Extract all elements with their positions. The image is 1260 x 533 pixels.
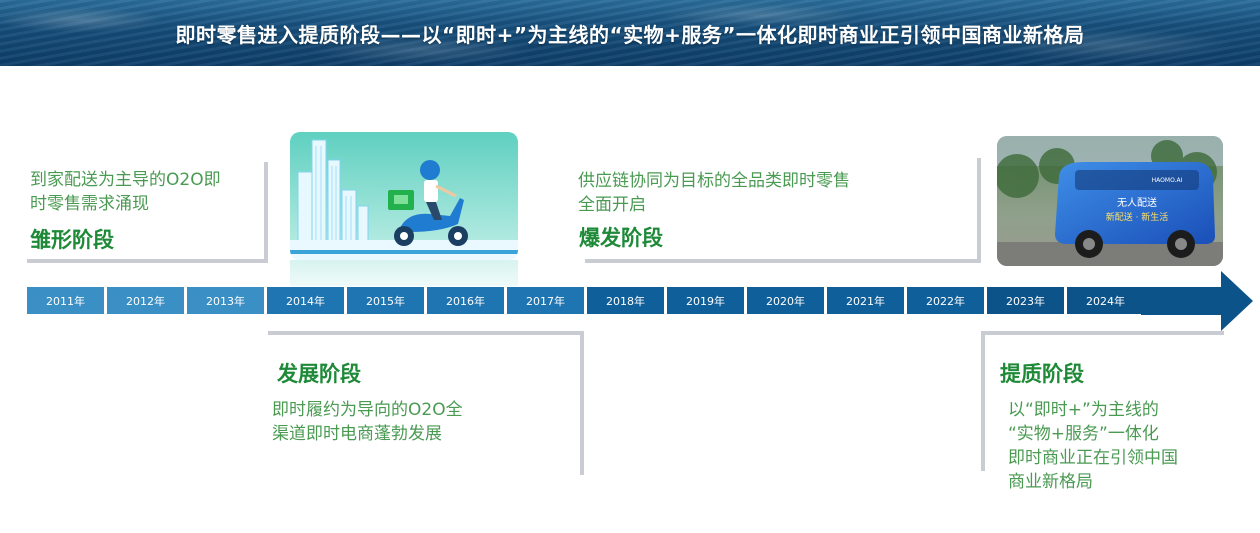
timeline-year: 2013年: [187, 287, 264, 314]
stage-explode-desc: 供应链协同为目标的全品类即时零售 全面开启: [578, 171, 850, 215]
stage-embryo-title: 雏形阶段: [30, 228, 114, 252]
timeline-year: 2017年: [507, 287, 584, 314]
timeline-year: 2022年: [907, 287, 984, 314]
stage-quality-title: 提质阶段: [1000, 362, 1084, 386]
vehicle-banner-line2: 新配送 · 新生活: [1106, 211, 1169, 223]
timeline-years: 2011年 2012年 2013年 2014年 2015年 2016年 2017年 2018年…: [27, 287, 1144, 314]
timeline-arrow-icon: [1141, 271, 1253, 331]
stage-quality-desc: 以“即时+”为主线的 “实物+服务”一体化 即时商业正在引领中国 商业新格局: [1008, 400, 1178, 492]
timeline-year: 2012年: [107, 287, 184, 314]
timeline-year: 2016年: [427, 287, 504, 314]
delivery-illustration-reflection: [290, 260, 518, 286]
timeline-year: 2024年: [1067, 287, 1144, 314]
timeline-year: 2014年: [267, 287, 344, 314]
page-title: 即时零售进入提质阶段——以“即时+”为主线的“实物+服务”一体化即时商业正引领中…: [175, 22, 1085, 47]
stage-embryo-desc: 到家配送为主导的O2O即 时零售需求涌现: [30, 170, 221, 214]
vehicle-photo: 无人配送 新配送 · 新生活 HAOMO.AI: [997, 136, 1223, 266]
delivery-illustration: [290, 132, 518, 260]
timeline-year: 2011年: [27, 287, 104, 314]
timeline-year: 2023年: [987, 287, 1064, 314]
stage-develop-title: 发展阶段: [277, 362, 361, 386]
timeline-year: 2019年: [667, 287, 744, 314]
timeline-year: 2021年: [827, 287, 904, 314]
timeline-year: 2018年: [587, 287, 664, 314]
timeline-year: 2020年: [747, 287, 824, 314]
stage-develop-desc: 即时履约为导向的O2O全 渠道即时电商蓬勃发展: [272, 400, 463, 444]
vehicle-brand: HAOMO.AI: [1152, 177, 1183, 184]
timeline-year: 2015年: [347, 287, 424, 314]
vehicle-banner-line1: 无人配送: [1117, 196, 1157, 209]
stage-explode-title: 爆发阶段: [579, 226, 663, 250]
